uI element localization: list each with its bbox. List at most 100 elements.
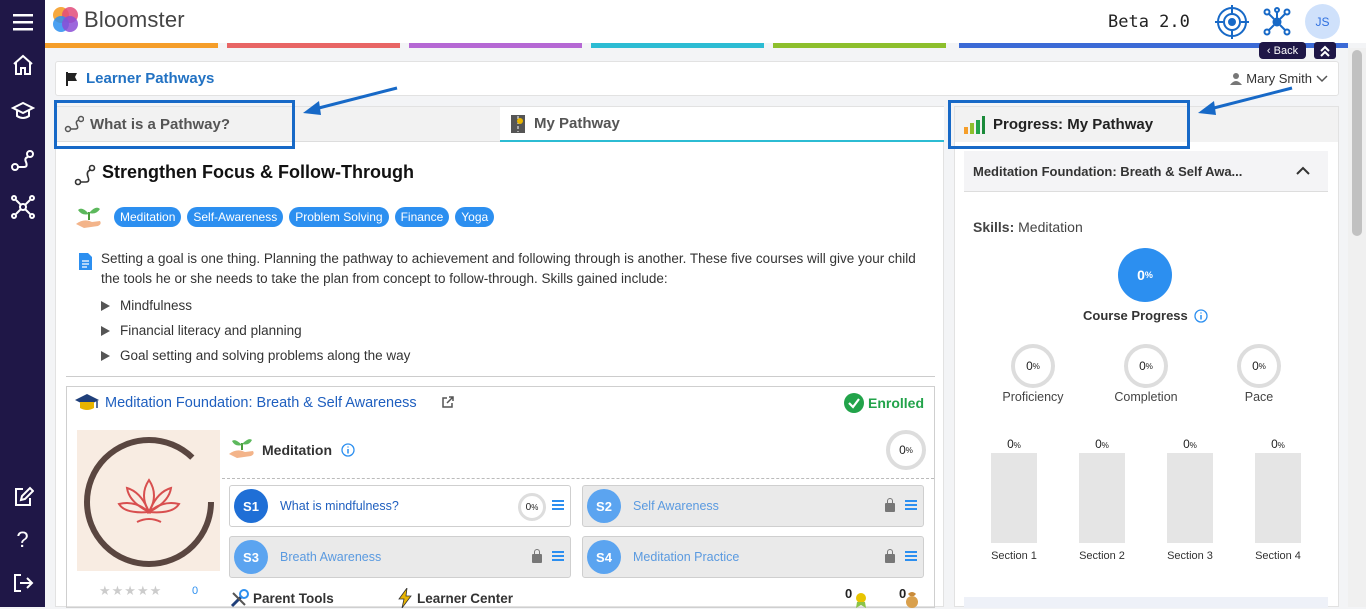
list-item: Goal setting and solving problems along … (101, 343, 410, 368)
menu-icon[interactable] (552, 500, 564, 510)
skill-tags: Meditation Self-Awareness Problem Solvin… (114, 207, 495, 227)
color-stripe (591, 43, 764, 48)
target-icon[interactable] (1215, 5, 1249, 44)
progress-value: 0 (1095, 437, 1102, 451)
percent-sign: % (1101, 441, 1109, 450)
percent-sign: % (1189, 441, 1197, 450)
pathway-route-icon[interactable] (8, 145, 37, 174)
info-icon[interactable] (1194, 308, 1208, 323)
flag-icon (66, 72, 77, 86)
help-icon[interactable]: ? (8, 525, 37, 554)
network-icon[interactable] (8, 192, 37, 221)
bloomster-logo[interactable]: Bloomster (50, 5, 185, 35)
completion-ring: 0% (1124, 344, 1168, 388)
chevron-up-icon[interactable] (1296, 166, 1310, 175)
course-title-link[interactable]: Meditation Foundation: Breath & Self Awa… (105, 395, 417, 411)
top-bar: Bloomster Beta 2.0 JS (45, 0, 1366, 43)
page-scrollbar[interactable] (1348, 48, 1366, 607)
course-image (77, 430, 220, 571)
section-code: S2 (587, 489, 621, 523)
completion-label: Completion (1114, 390, 1178, 404)
section-bar-label: Section 4 (1255, 550, 1301, 562)
chevron-down-icon (1316, 74, 1328, 82)
section-item-s1[interactable]: S1 What is mindfulness? 0% (229, 485, 571, 527)
section-bar-value: 0% (1079, 437, 1125, 453)
lotus-enso-icon (84, 437, 214, 567)
document-icon (79, 253, 92, 270)
progress-value: 0 (1007, 437, 1014, 451)
percent-sign: % (1277, 441, 1285, 450)
section-item-s4[interactable]: S4 Meditation Practice (582, 536, 924, 578)
triangle-bullet-icon (101, 300, 110, 311)
menu-icon[interactable] (905, 500, 917, 510)
section-item-s3[interactable]: S3 Breath Awareness (229, 536, 571, 578)
skills-value: Meditation (1018, 219, 1083, 235)
tab-my-pathway[interactable]: My Pathway (500, 107, 944, 142)
skill-tag[interactable]: Self-Awareness (187, 207, 284, 227)
skill-progress-ring: 0% (886, 430, 926, 470)
percent-sign: % (1145, 361, 1153, 371)
skill-tag[interactable]: Finance (394, 207, 450, 227)
collapse-up-button[interactable] (1314, 42, 1336, 59)
parent-tools-link[interactable]: Parent Tools (253, 591, 334, 606)
percent-sign: % (1032, 361, 1040, 371)
percent-sign: % (905, 445, 913, 455)
section-item-s2[interactable]: S2 Self Awareness (582, 485, 924, 527)
pathway-panel: What is a Pathway? My Pathway Strengthen… (55, 106, 944, 608)
skill-tag[interactable]: Problem Solving (289, 207, 389, 227)
logout-icon[interactable] (8, 568, 37, 597)
back-button[interactable]: ‹ Back (1259, 42, 1306, 59)
external-link-icon[interactable] (442, 396, 454, 408)
progress-value: 0 (1137, 267, 1145, 283)
edit-icon[interactable] (8, 482, 37, 511)
color-stripe (227, 43, 400, 48)
progress-value: 0 (1139, 359, 1146, 373)
learner-center-link[interactable]: Learner Center (417, 591, 513, 606)
menu-icon[interactable] (905, 551, 917, 561)
color-stripe (773, 43, 946, 48)
pathway-title: Strengthen Focus & Follow-Through (102, 162, 414, 182)
menu-icon[interactable] (552, 551, 564, 561)
sidebar: ? (0, 0, 45, 607)
info-icon[interactable] (341, 443, 355, 457)
section-bar-fill (1167, 453, 1213, 543)
tab-label: My Pathway (534, 115, 620, 132)
star-rating[interactable]: ★★★★★ (99, 583, 162, 599)
scrollbar-thumb[interactable] (1352, 50, 1362, 236)
section-label[interactable]: What is mindfulness? (280, 499, 399, 513)
arrow-icon (1198, 86, 1293, 115)
tools-icon (230, 589, 249, 608)
proficiency-label: Proficiency (1002, 390, 1064, 404)
hamburger-menu-icon[interactable] (8, 7, 37, 36)
skill-name: Meditation (262, 442, 332, 458)
rating-count[interactable]: 0 (192, 585, 198, 597)
pace-ring: 0% (1237, 344, 1281, 388)
color-stripe (45, 43, 218, 48)
award-count: 0 (845, 586, 853, 601)
graduation-cap-icon[interactable] (8, 96, 37, 125)
proficiency-ring: 0% (1011, 344, 1055, 388)
section-bar-label: Section 1 (991, 550, 1037, 562)
list-item: Financial literacy and planning (101, 318, 410, 343)
page-header: Learner Pathways Mary Smith (55, 61, 1339, 96)
home-icon[interactable] (8, 50, 37, 79)
route-icon (74, 164, 96, 186)
section-label: Self Awareness (633, 499, 719, 513)
arrow-icon (303, 86, 398, 115)
user-avatar[interactable]: JS (1305, 4, 1340, 39)
skill-tag[interactable]: Yoga (455, 207, 495, 227)
section-bar: 0% Section 4 (1255, 437, 1301, 562)
progress-value: 0 (1026, 359, 1033, 373)
divider (66, 376, 935, 377)
triangle-bullet-icon (101, 325, 110, 336)
progress-value: 0 (1252, 359, 1259, 373)
section-code: S1 (234, 489, 268, 523)
section-bar-fill (1255, 453, 1301, 543)
skill-tag[interactable]: Meditation (114, 207, 182, 227)
highlight-box (948, 100, 1190, 149)
network-hub-icon[interactable] (1262, 7, 1292, 42)
progress-course-header[interactable]: Meditation Foundation: Breath & Self Awa… (964, 151, 1328, 192)
back-label: Back (1273, 44, 1299, 57)
divider (222, 478, 934, 479)
triangle-bullet-icon (101, 350, 110, 361)
